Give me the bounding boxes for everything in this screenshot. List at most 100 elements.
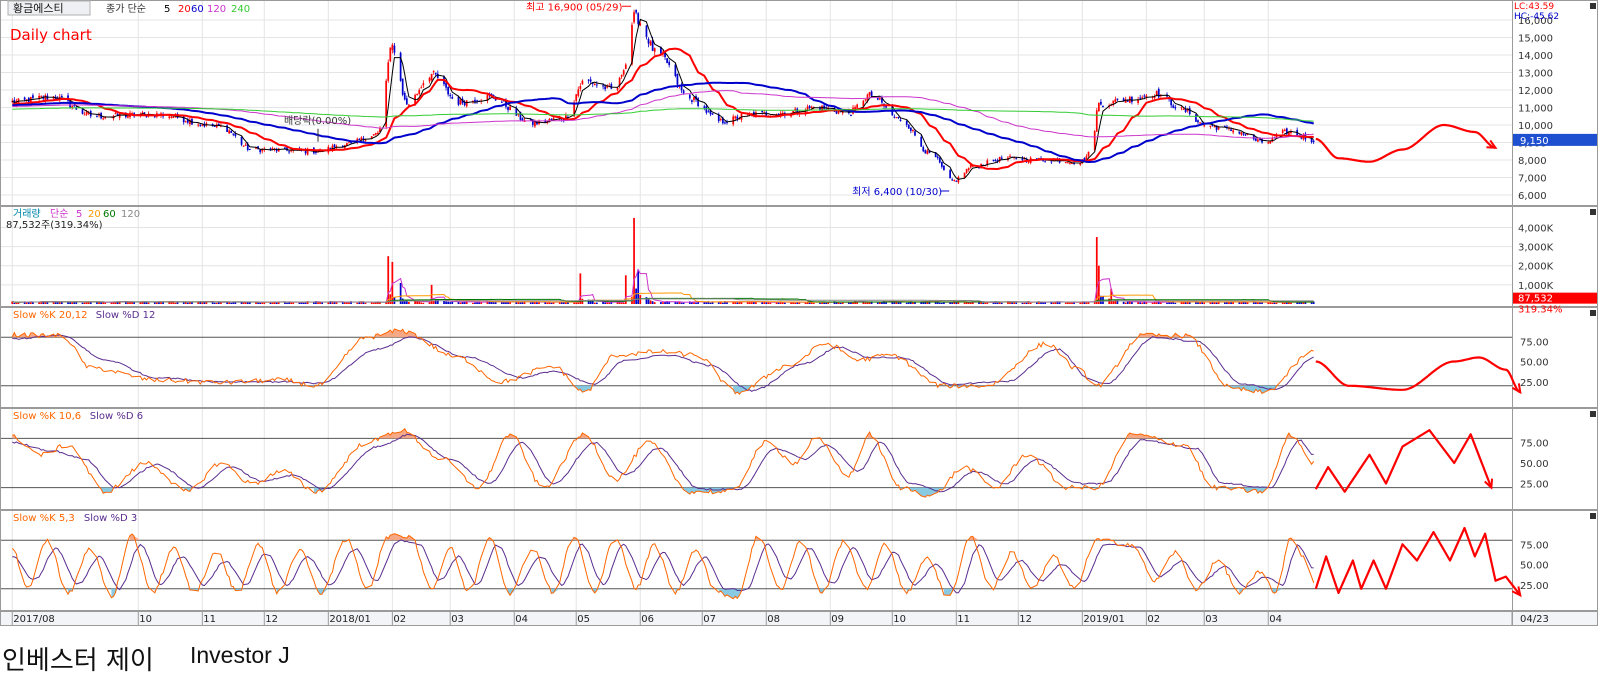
volume-bar	[864, 302, 867, 304]
price-candle	[1044, 161, 1047, 163]
price-candle	[1009, 155, 1011, 157]
price-ytick-label: 12,000	[1518, 86, 1553, 97]
volume-bar	[703, 302, 706, 304]
price-candle	[955, 180, 958, 182]
volume-ytick-label: 1,000K	[1518, 281, 1554, 292]
stoch-5-3-ytick-label: 25.00	[1520, 581, 1549, 592]
volume-ytick-label: 3,000K	[1518, 243, 1554, 254]
volume-bar	[370, 302, 373, 304]
volume-bar	[213, 302, 216, 304]
price-candle	[1000, 157, 1003, 159]
price-candle	[1238, 131, 1241, 134]
price-candle	[430, 73, 433, 81]
price-candle	[401, 78, 404, 95]
volume-bar	[191, 302, 193, 304]
x-axis-label: 04	[1269, 614, 1282, 625]
price-candle	[879, 98, 881, 100]
price-candle	[909, 127, 912, 131]
price-candle	[428, 77, 431, 82]
price-candle	[420, 87, 423, 89]
volume-bar	[812, 302, 815, 304]
price-candle	[1143, 95, 1146, 97]
price-candle	[682, 90, 685, 94]
chart-title: Daily chart	[10, 26, 92, 44]
price-candle	[228, 130, 231, 134]
price-candle	[668, 61, 671, 65]
price-candle	[965, 169, 968, 173]
price-candle	[248, 148, 251, 150]
volume-bar	[230, 302, 233, 304]
stoch-20-12-ytick-label: 75.00	[1520, 337, 1549, 348]
price-candle	[604, 86, 607, 90]
price-candle	[184, 121, 187, 123]
price-candle	[83, 114, 86, 116]
price-candle	[374, 133, 377, 135]
x-axis-label: 11	[203, 614, 216, 625]
price-candle	[459, 99, 462, 105]
price-candle	[864, 99, 867, 101]
volume-bar	[445, 301, 447, 304]
volume-bar	[1199, 302, 1201, 304]
price-candle	[172, 117, 175, 119]
volume-bar	[660, 302, 662, 304]
price-candle	[1283, 129, 1286, 132]
volume-bar	[385, 302, 388, 304]
volume-bar	[472, 302, 474, 304]
price-candle	[633, 12, 635, 23]
volume-bar	[1069, 302, 1071, 304]
volume-bar	[317, 302, 319, 304]
price-candle	[232, 133, 235, 135]
x-axis-label: 2018/01	[329, 614, 371, 625]
volume-bar	[938, 302, 941, 304]
price-low-annotation: 최저 6,400 (10/30)	[852, 186, 942, 198]
price-candle	[465, 100, 468, 107]
price-candle	[197, 124, 200, 126]
price-candle	[850, 114, 852, 116]
price-candle	[953, 179, 956, 181]
price-candle	[1087, 151, 1090, 156]
volume-bar	[335, 302, 338, 304]
price-ytick-label: 7,000	[1518, 174, 1547, 185]
price-candle	[213, 125, 216, 127]
x-axis-label: 03	[451, 614, 464, 625]
volume-bar	[680, 302, 683, 304]
volume-ytick-label: 4,000K	[1518, 223, 1554, 234]
stoch-10-6-k-label: Slow %K 10,6	[13, 411, 81, 422]
volume-bar	[81, 302, 84, 304]
volume-bar	[420, 302, 423, 304]
volume-bar	[651, 301, 654, 304]
price-candle	[507, 106, 509, 111]
author-korean: 인베스터 제이	[2, 646, 154, 676]
price-candle	[1195, 114, 1197, 122]
price-candle	[44, 95, 47, 100]
volume-bar	[1166, 302, 1168, 304]
volume-bar	[147, 302, 150, 304]
panel-vol-frame	[0, 206, 1513, 307]
volume-bar	[1275, 302, 1278, 304]
volume-bar	[1238, 302, 1241, 304]
x-axis-label: 2019/01	[1083, 614, 1125, 625]
volume-badge-value: 87,532	[1518, 294, 1553, 305]
price-candle	[81, 109, 84, 114]
volume-bar	[736, 302, 739, 304]
volume-bar	[1015, 302, 1018, 304]
price-candle	[199, 124, 202, 126]
volume-bar	[215, 302, 218, 304]
price-candle	[1145, 95, 1148, 98]
price-candle	[593, 84, 596, 86]
price-ytick-label: 11,000	[1518, 104, 1553, 115]
stoch-20-12-ytick-label: 25.00	[1520, 378, 1549, 389]
price-candle	[1244, 134, 1247, 136]
volume-bar	[589, 301, 592, 304]
price-candle	[868, 92, 871, 96]
price-ma-period-120: 120	[207, 4, 226, 15]
volume-bar	[416, 301, 419, 304]
price-candle	[1254, 138, 1257, 141]
stoch-10-6-ytick-label: 50.00	[1520, 459, 1549, 470]
price-candle	[810, 106, 813, 109]
x-axis-label: 03	[1205, 614, 1218, 625]
price-candle	[447, 86, 450, 95]
volume-bar	[104, 302, 107, 304]
price-candle	[1069, 163, 1071, 165]
price-candle	[707, 111, 710, 113]
